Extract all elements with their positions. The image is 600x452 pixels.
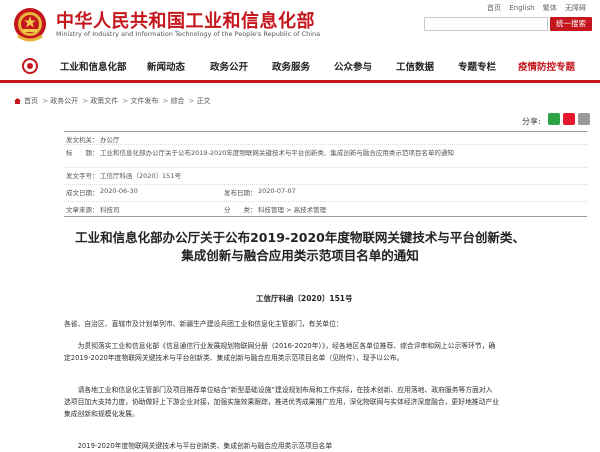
nav-item-gov-services[interactable]: 政务服务 (272, 59, 310, 73)
document-meta-table: 发文机关： 办公厅 标 题： 工业和信息化部办公厅关于公布2019-2020年度… (64, 131, 587, 217)
meta-issuer: 办公厅 (100, 136, 120, 144)
breadcrumb-policy[interactable]: 政策文件 (90, 97, 118, 105)
more-share-icon[interactable] (578, 113, 590, 125)
meta-published: 2020-07-07 (258, 187, 296, 195)
nav-item-gov-affairs[interactable]: 政务公开 (210, 59, 248, 73)
meta-category: 科技管理 > 高技术管理 (258, 206, 327, 214)
paragraph-line: 选项目加大支持力度，协助做好上下游企业对接，加强实施效果跟踪，推进优秀成果推广应… (64, 398, 499, 406)
article-salutation: 各省、自治区、直辖市及计划单列市、新疆生产建设兵团工业和信息化主管部门，有关单位… (64, 318, 552, 330)
search-input[interactable] (424, 17, 548, 31)
breadcrumb-gov-affairs[interactable]: 政务公开 (50, 97, 78, 105)
article-paragraph-1: 为贯彻落实工业和信息化部《信息通信行业发展规划物联网分册（2016-2020年）… (64, 340, 552, 364)
national-emblem-icon (14, 8, 46, 42)
header-link-accessibility[interactable]: 无障碍 (565, 4, 586, 12)
paragraph-line: 请各地工业和信息化主管部门及项目推荐单位结合“新型基础设施”建设规划布局和工作实… (64, 386, 493, 394)
article-title: 工业和信息化部办公厅关于公布2019-2020年度物联网关键技术与平台创新类、集… (75, 230, 525, 263)
share-label: 分享: (522, 117, 541, 126)
main-nav: 工业和信息化部 新闻动态 政务公开 政务服务 公众参与 工信数据 专题专栏 疫情… (0, 52, 600, 83)
breadcrumb-current: 正文 (196, 97, 211, 105)
breadcrumb: 首页 > 政务公开 > 政策文件 > 文件发布 > 综合 > 正文 (14, 96, 211, 106)
meta-subject-label: 标 题： (66, 149, 99, 157)
meta-row: 文章来源： 科技司 分 类： 科技管理 > 高技术管理 (64, 202, 587, 217)
meta-published-label: 发布日期： (224, 189, 257, 197)
nav-item-epidemic[interactable]: 疫情防控专题 (518, 59, 575, 73)
meta-subject: 工业和信息化部办公厅关于公布2019-2020年度物联网关键技术与平台创新类、集… (100, 149, 454, 157)
site-subtitle-en: Ministry of Industry and Information Tec… (56, 30, 321, 38)
header-link-traditional[interactable]: 繁体 (543, 4, 557, 12)
meta-row: 标 题： 工业和信息化部办公厅关于公布2019-2020年度物联网关键技术与平台… (64, 145, 587, 168)
breadcrumb-release[interactable]: 文件发布 (130, 97, 158, 105)
header-link-english[interactable]: English (509, 4, 534, 12)
article-paragraph-2: 请各地工业和信息化主管部门及项目推荐单位结合“新型基础设施”建设规划布局和工作实… (64, 384, 552, 420)
header-link-home[interactable]: 首页 (487, 4, 501, 12)
site-header: 中华人民共和国工业和信息化部 Ministry of Industry and … (0, 0, 600, 52)
paragraph-line: 2019-2020年度物联网关键技术与平台创新类、集成创新与融合应用类示范项目名… (64, 442, 333, 450)
meta-row: 发文机关： 办公厅 (64, 131, 587, 145)
weibo-share-icon[interactable] (563, 113, 575, 125)
meta-category-label: 分 类： (224, 206, 257, 214)
paragraph-line: 定2019-2020年度物联网关键技术与平台创新类、集成创新与融合应用类示范项目… (64, 354, 404, 362)
meta-docno: 工信厅科函〔2020〕151号 (100, 172, 181, 180)
article-paragraph-3: 2019-2020年度物联网关键技术与平台创新类、集成创新与融合应用类示范项目名… (64, 440, 552, 452)
meta-row: 成文日期： 2020-06-30 发布日期： 2020-07-07 (64, 185, 587, 202)
header-links: 首页 English 繁体 无障碍 (481, 3, 586, 13)
paragraph-line: 集成创新和规模化发展。 (64, 410, 139, 418)
breadcrumb-general[interactable]: 综合 (170, 97, 184, 105)
home-logo-icon[interactable] (22, 58, 38, 74)
meta-written-label: 成文日期： (66, 189, 99, 197)
nav-item-participation[interactable]: 公众参与 (334, 59, 372, 73)
meta-docno-label: 发文字号： (66, 172, 99, 180)
breadcrumb-home[interactable]: 首页 (24, 97, 38, 105)
meta-written: 2020-06-30 (100, 187, 138, 195)
paragraph-line: 为贯彻落实工业和信息化部《信息通信行业发展规划物联网分册（2016-2020年）… (64, 342, 496, 350)
nav-item-news[interactable]: 新闻动态 (147, 59, 185, 73)
search-button[interactable]: 统一搜索 (550, 17, 592, 31)
home-icon (14, 98, 21, 104)
nav-item-special-topics[interactable]: 专题专栏 (458, 59, 496, 73)
meta-issuer-label: 发文机关： (66, 136, 99, 144)
nav-item-data[interactable]: 工信数据 (396, 59, 434, 73)
meta-unit: 科技司 (100, 206, 120, 214)
article-doc-number: 工信厅科函〔2020〕151号 (256, 294, 353, 303)
wechat-share-icon[interactable] (548, 113, 560, 125)
meta-row: 发文字号： 工信厅科函〔2020〕151号 (64, 168, 587, 185)
salutation-text: 各省、自治区、直辖市及计划单列市、新疆生产建设兵团工业和信息化主管部门，有关单位… (64, 320, 343, 328)
meta-unit-label: 文章来源： (66, 206, 99, 214)
nav-item-miit[interactable]: 工业和信息化部 (60, 59, 127, 73)
